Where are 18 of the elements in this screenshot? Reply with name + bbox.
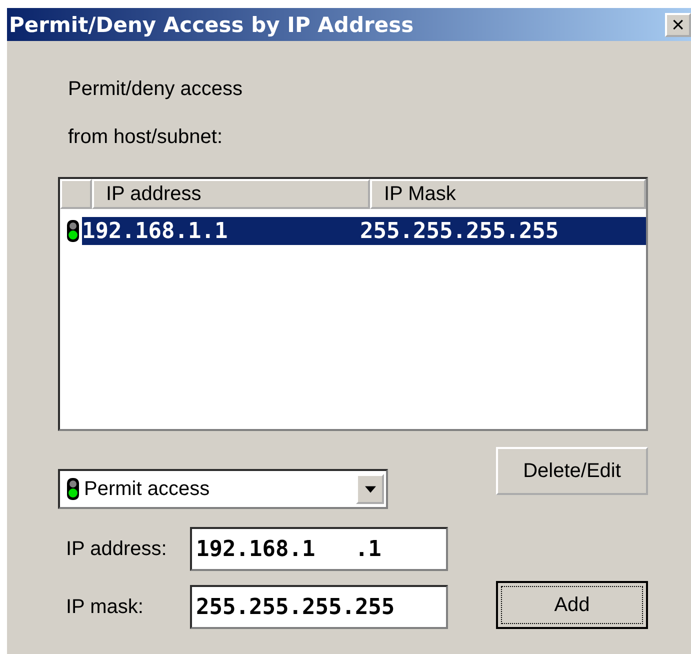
list-row[interactable]: 192.168.1.1 255.255.255.255: [82, 217, 646, 245]
ip-address-cell-text: 192.168.1.1: [82, 218, 229, 244]
ip-mask-cell: 255.255.255.255: [360, 218, 559, 244]
column-header[interactable]: IP Mask: [370, 179, 646, 209]
instruction-text: from host/subnet:: [68, 124, 224, 150]
column-header[interactable]: IP address: [92, 179, 370, 209]
close-button[interactable]: ×: [665, 12, 691, 36]
access-dropdown[interactable]: Permit access: [58, 469, 388, 509]
input-field[interactable]: 255.255.255.255: [190, 585, 448, 629]
window-title: Permit/Deny Access by IP Address: [9, 12, 414, 36]
dropdown-value: Permit access: [84, 478, 211, 500]
input-field[interactable]: 192.168.1 .1: [190, 527, 448, 571]
field-label: IP address:: [65, 538, 168, 560]
field-label: IP mask:: [65, 596, 144, 618]
add-button[interactable]: Add: [496, 581, 648, 629]
delete-edit-button[interactable]: Delete/Edit: [496, 447, 648, 495]
address-list[interactable]: IP address IP Mask 192.168.1.1 255.255.255.255: [58, 177, 648, 431]
instruction-text: Permit/deny access: [68, 76, 244, 102]
